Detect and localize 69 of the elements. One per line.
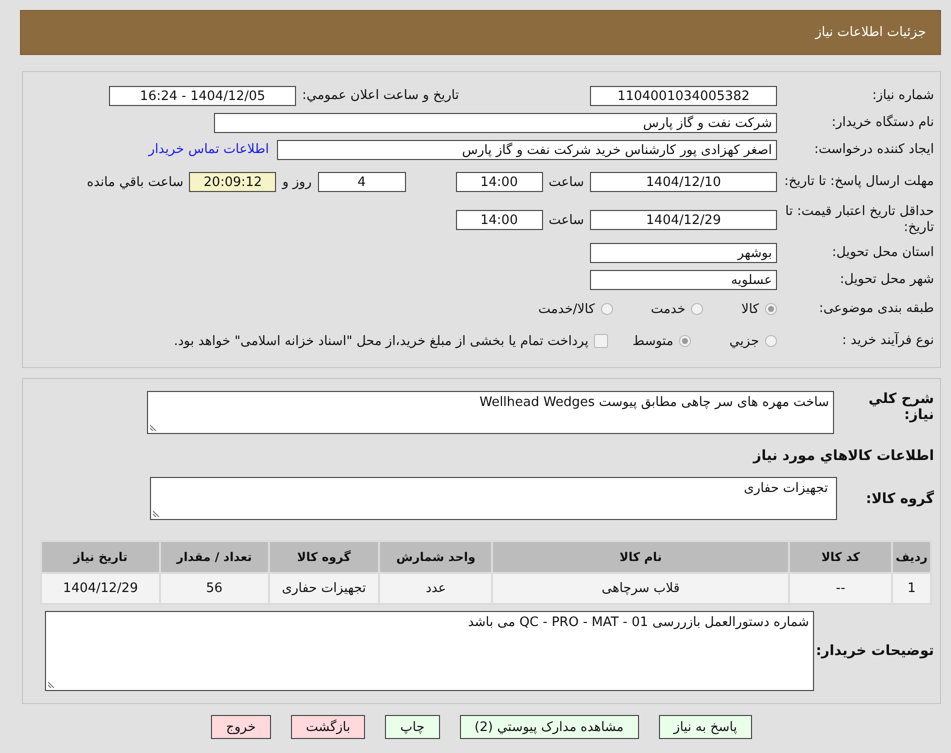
resize-grip-icon[interactable] — [150, 424, 157, 431]
table-cell: قلاب سرچاهی — [492, 573, 790, 604]
announce-date-field[interactable]: 1404/12/05 - 16:24 — [109, 86, 296, 106]
radio-label: کالا — [741, 302, 759, 316]
requester-field[interactable]: اصغر کهزادی پور کارشناس خرید شرکت نفت و گاز پارس — [277, 140, 777, 160]
field-label: حداقل تاریخ اعتبار قیمت: تا تاریخ: — [784, 204, 934, 236]
table-cell: 56 — [160, 573, 269, 604]
buyer-name-field[interactable]: شرکت نفت و گاز پارس — [214, 112, 777, 132]
table-cell: 1404/12/29 — [41, 573, 160, 604]
radio-label: متوسط — [632, 334, 674, 348]
radio-button[interactable] — [691, 303, 704, 315]
time-label: ساعت — [548, 212, 585, 228]
days-label: روز و — [280, 174, 313, 190]
field-label: طبقه بندی موضوعی: — [818, 301, 934, 317]
column-header: کد کالا — [789, 541, 892, 573]
field-label: ایجاد کننده درخواست: — [813, 142, 934, 158]
radio-button[interactable] — [765, 335, 777, 347]
field-label: گروه کالا: — [864, 490, 934, 506]
field-label: شهر محل تحویل: — [838, 272, 934, 288]
remaining-time-field[interactable]: 20:09:12 — [189, 172, 276, 192]
time-label: ساعت — [548, 174, 585, 190]
table-cell: -- — [789, 573, 892, 604]
field-label: تاریخ و ساعت اعلان عمومي: — [301, 88, 460, 103]
action-button[interactable]: پاسخ به نیاز — [658, 715, 752, 739]
radio-label: کالا/خدمت — [538, 302, 595, 316]
field-label: شرح کلي نياز: — [868, 391, 934, 423]
column-header: نام کالا — [492, 541, 790, 573]
header-title: جزئیات اطلاعات نیاز — [815, 25, 926, 40]
reply-time-field[interactable]: 14:00 — [456, 172, 543, 192]
reply-date-field[interactable]: 1404/12/10 — [590, 172, 777, 192]
column-header: گروه کالا — [268, 541, 380, 573]
action-button[interactable]: خروج — [210, 715, 271, 739]
goods-group-field[interactable]: تجهیزات حفاری — [150, 477, 837, 520]
field-label: نام دستگاه خریدار: — [830, 114, 934, 130]
table-cell: عدد — [379, 573, 492, 604]
validity-date-field[interactable]: 1404/12/29 — [590, 210, 777, 230]
validity-time-field[interactable]: 14:00 — [456, 210, 543, 230]
action-button[interactable]: بازگشت — [290, 715, 366, 739]
radio-label: خدمت — [650, 302, 686, 316]
radio-button[interactable] — [679, 335, 692, 347]
province-field[interactable]: بوشهر — [590, 242, 777, 262]
radio-button[interactable] — [600, 303, 613, 315]
need-number-field[interactable]: 1104001034005382 — [590, 86, 777, 106]
resize-grip-icon[interactable] — [153, 510, 160, 517]
field-label: شماره نیاز: — [871, 88, 934, 104]
contact-link[interactable]: اطلاعات تماس خریدار — [148, 142, 269, 157]
resize-grip-icon[interactable] — [48, 681, 55, 688]
column-header: تاریخ نیاز — [41, 541, 160, 573]
table-cell: تجهیزات حفاری — [268, 573, 380, 604]
field-label: مهلت ارسال پاسخ: تا تاریخ: — [783, 174, 934, 190]
field-label: نوع فرآیند خرید : — [841, 333, 934, 349]
payment-note: پرداخت تمام یا بخشی از مبلغ خرید،از محل "اسناد خزانه اسلامی" خواهد بود. — [174, 334, 588, 348]
field-label: استان محل تحویل: — [831, 244, 934, 260]
remaining-label: ساعت باقي مانده — [86, 174, 184, 190]
action-button[interactable]: چاپ — [385, 715, 440, 739]
buyer-notes-field[interactable]: شماره دستورالعمل بازررسی QC - PRO - MAT - 01 می باشد — [45, 611, 814, 691]
table-cell: 1 — [892, 573, 931, 604]
radio-button[interactable] — [765, 303, 777, 315]
column-header: واحد شمارش — [379, 541, 492, 573]
action-button[interactable]: مشاهده مدارک پیوستي (2) — [460, 715, 639, 739]
field-label: توضیحات خریدار: — [814, 643, 934, 659]
days-field[interactable]: 4 — [318, 172, 406, 192]
column-header: ردیف — [892, 541, 931, 573]
city-field[interactable]: عسلویه — [590, 270, 777, 290]
column-header: تعداد / مقدار — [160, 541, 269, 573]
radio-label: جزيي — [729, 334, 759, 348]
section-heading: اطلاعات کالاهاي مورد نياز — [753, 448, 934, 464]
description-field[interactable]: ساخت مهره های سر چاهی مطابق پیوست Wellhead Wedges — [147, 391, 834, 434]
checkbox[interactable] — [594, 334, 608, 348]
